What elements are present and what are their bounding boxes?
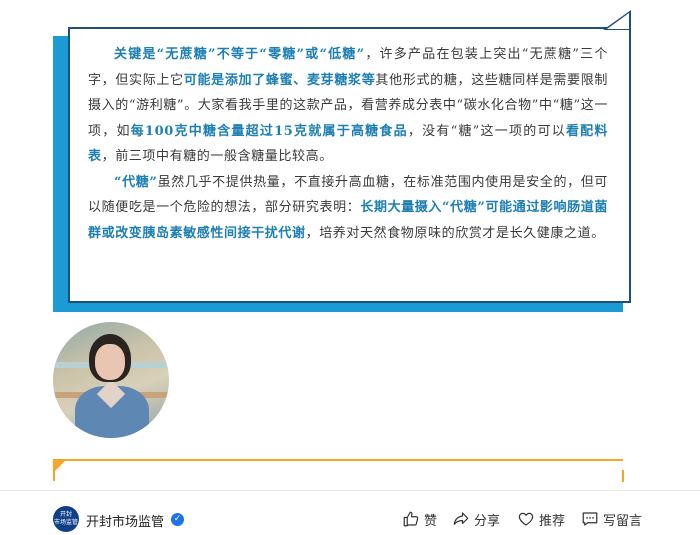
article-text: 关键是“无蔗糖”不等于“零糖”或“低糖”，许多产品在包装上突出“无蔗糖”三个字，…: [88, 42, 608, 246]
share-button[interactable]: 分享: [452, 509, 500, 529]
card-tail-inner: [607, 13, 629, 29]
highlight-text: 可能是添加了蜂蜜、麦芽糖浆等: [183, 72, 376, 88]
verified-icon: ✓: [171, 513, 184, 526]
highlight-text: 每100克中糖含量超过15克就属于高糖食品: [130, 123, 408, 139]
body-text: ，没有“糖”这一项的可以: [407, 123, 566, 139]
account-name[interactable]: 开封市场监管: [86, 511, 164, 530]
orange-frame-corner: [53, 459, 67, 473]
like-label: 赞: [424, 513, 438, 529]
like-button[interactable]: 赞: [402, 509, 437, 529]
comment-label: 写留言: [603, 513, 643, 529]
body-text: ，前三项中有糖的一般含糖量比较高。: [101, 149, 333, 164]
account-logo[interactable]: 开封 市场监管: [53, 506, 79, 532]
orange-frame-top: [53, 459, 623, 461]
body-text: ，培养对天然食物原味的欣赏才是长久健康之道。: [305, 225, 605, 241]
highlight-text: “代糖”: [114, 174, 158, 190]
recommend-button[interactable]: 推荐: [517, 509, 565, 529]
orange-frame-right: [622, 470, 624, 482]
recommend-label: 推荐: [539, 513, 566, 529]
share-label: 分享: [474, 513, 501, 529]
share-icon: [453, 512, 469, 525]
paragraph-1: 关键是“无蔗糖”不等于“零糖”或“低糖”，许多产品在包装上突出“无蔗糖”三个字，…: [88, 42, 608, 170]
thumbs-up-icon: [403, 511, 419, 527]
presenter-photo: [53, 322, 169, 438]
logo-text: 市场监管: [53, 519, 78, 526]
paragraph-2: “代糖”虽然几乎不提供热量，不直接升高血糖，在标准范围内使用是安全的，但可以随便…: [88, 170, 608, 247]
highlight-text: 关键是“无蔗糖”不等于“零糖”或“低糖”: [114, 47, 365, 62]
person-face: [95, 344, 125, 380]
comment-icon: [582, 512, 598, 526]
logo-text: 开封: [59, 511, 72, 518]
heart-icon: [518, 512, 534, 526]
comment-button[interactable]: 写留言: [581, 509, 642, 529]
